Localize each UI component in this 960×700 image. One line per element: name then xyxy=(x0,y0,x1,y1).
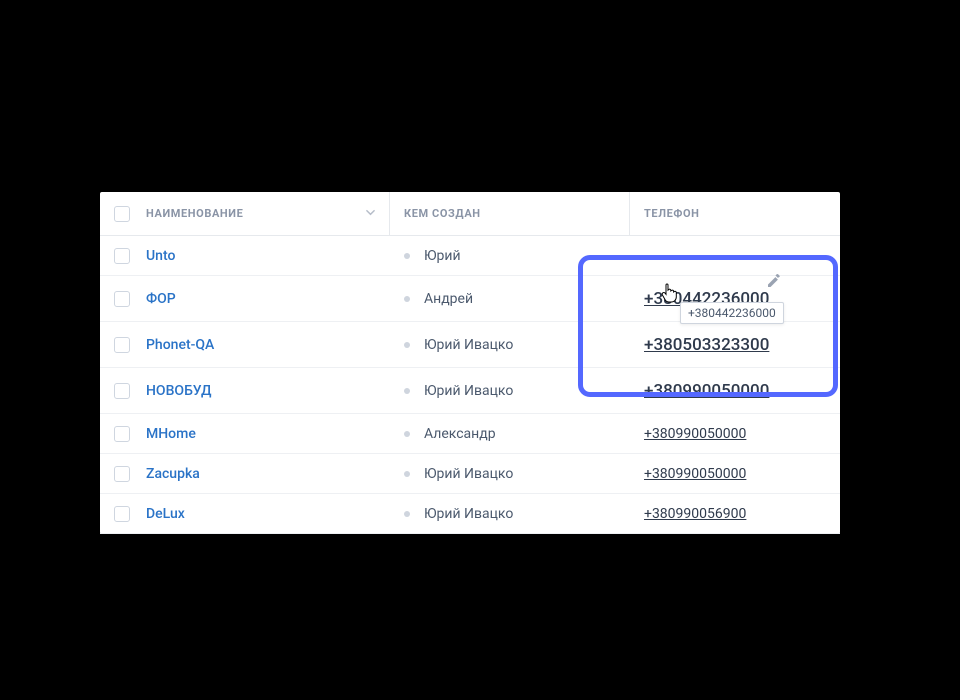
column-header-created-by[interactable]: КЕМ СОЗДАН xyxy=(390,192,630,235)
record-name-link[interactable]: Zacupka xyxy=(146,466,200,482)
table-row: MHome Александр +380990050000 xyxy=(100,414,840,454)
creator-name: Юрий Ивацко xyxy=(424,466,513,482)
status-dot-icon xyxy=(404,342,410,348)
phone-link[interactable]: +380990050000 xyxy=(644,466,746,482)
record-name-link[interactable]: ФОР xyxy=(146,291,176,307)
status-dot-icon xyxy=(404,431,410,437)
phone-link[interactable]: +380990050000 xyxy=(644,381,769,401)
select-all-checkbox[interactable] xyxy=(114,206,130,222)
table-row: Unto Юрий xyxy=(100,236,840,276)
table-row: Zacupka Юрий Ивацко +380990050000 xyxy=(100,454,840,494)
phone-link[interactable]: +380503323300 xyxy=(644,335,769,355)
table-row: DeLux Юрий Ивацко +380990056900 xyxy=(100,494,840,534)
data-table: НАИМЕНОВАНИЕ КЕМ СОЗДАН ТЕЛЕФОН Unto Юри… xyxy=(100,192,840,534)
row-checkbox[interactable] xyxy=(114,506,130,522)
creator-name: Александр xyxy=(424,426,496,442)
record-name-link[interactable]: Phonet-QA xyxy=(146,337,214,353)
row-checkbox[interactable] xyxy=(114,383,130,399)
column-header-name[interactable]: НАИМЕНОВАНИЕ xyxy=(100,192,390,235)
row-checkbox[interactable] xyxy=(114,426,130,442)
creator-name: Андрей xyxy=(424,291,473,307)
creator-name: Юрий xyxy=(424,248,461,264)
status-dot-icon xyxy=(404,471,410,477)
creator-name: Юрий Ивацко xyxy=(424,506,513,522)
edit-icon[interactable] xyxy=(766,273,782,289)
status-dot-icon xyxy=(404,388,410,394)
phone-link[interactable]: +380990050000 xyxy=(644,426,746,442)
table-header: НАИМЕНОВАНИЕ КЕМ СОЗДАН ТЕЛЕФОН xyxy=(100,192,840,236)
column-header-phone[interactable]: ТЕЛЕФОН xyxy=(630,192,840,235)
row-checkbox[interactable] xyxy=(114,337,130,353)
chevron-down-icon[interactable] xyxy=(366,207,375,220)
table-row: НОВОБУД Юрий Ивацко +380990050000 xyxy=(100,368,840,414)
record-name-link[interactable]: Unto xyxy=(146,248,175,264)
record-name-link[interactable]: НОВОБУД xyxy=(146,383,211,399)
row-checkbox[interactable] xyxy=(114,466,130,482)
status-dot-icon xyxy=(404,296,410,302)
phone-link[interactable]: +380990056900 xyxy=(644,506,746,522)
column-label: НАИМЕНОВАНИЕ xyxy=(146,207,243,220)
column-label: КЕМ СОЗДАН xyxy=(404,207,481,220)
row-checkbox[interactable] xyxy=(114,291,130,307)
record-name-link[interactable]: DeLux xyxy=(146,506,185,522)
status-dot-icon xyxy=(404,511,410,517)
record-name-link[interactable]: MHome xyxy=(146,426,196,442)
row-checkbox[interactable] xyxy=(114,248,130,264)
table-row: Phonet-QA Юрий Ивацко +380503323300 xyxy=(100,322,840,368)
status-dot-icon xyxy=(404,253,410,259)
table-row: ФОР Андрей +380442236000 xyxy=(100,276,840,322)
column-label: ТЕЛЕФОН xyxy=(644,207,700,220)
creator-name: Юрий Ивацко xyxy=(424,337,513,353)
creator-name: Юрий Ивацко xyxy=(424,383,513,399)
phone-link[interactable]: +380442236000 xyxy=(644,289,769,309)
